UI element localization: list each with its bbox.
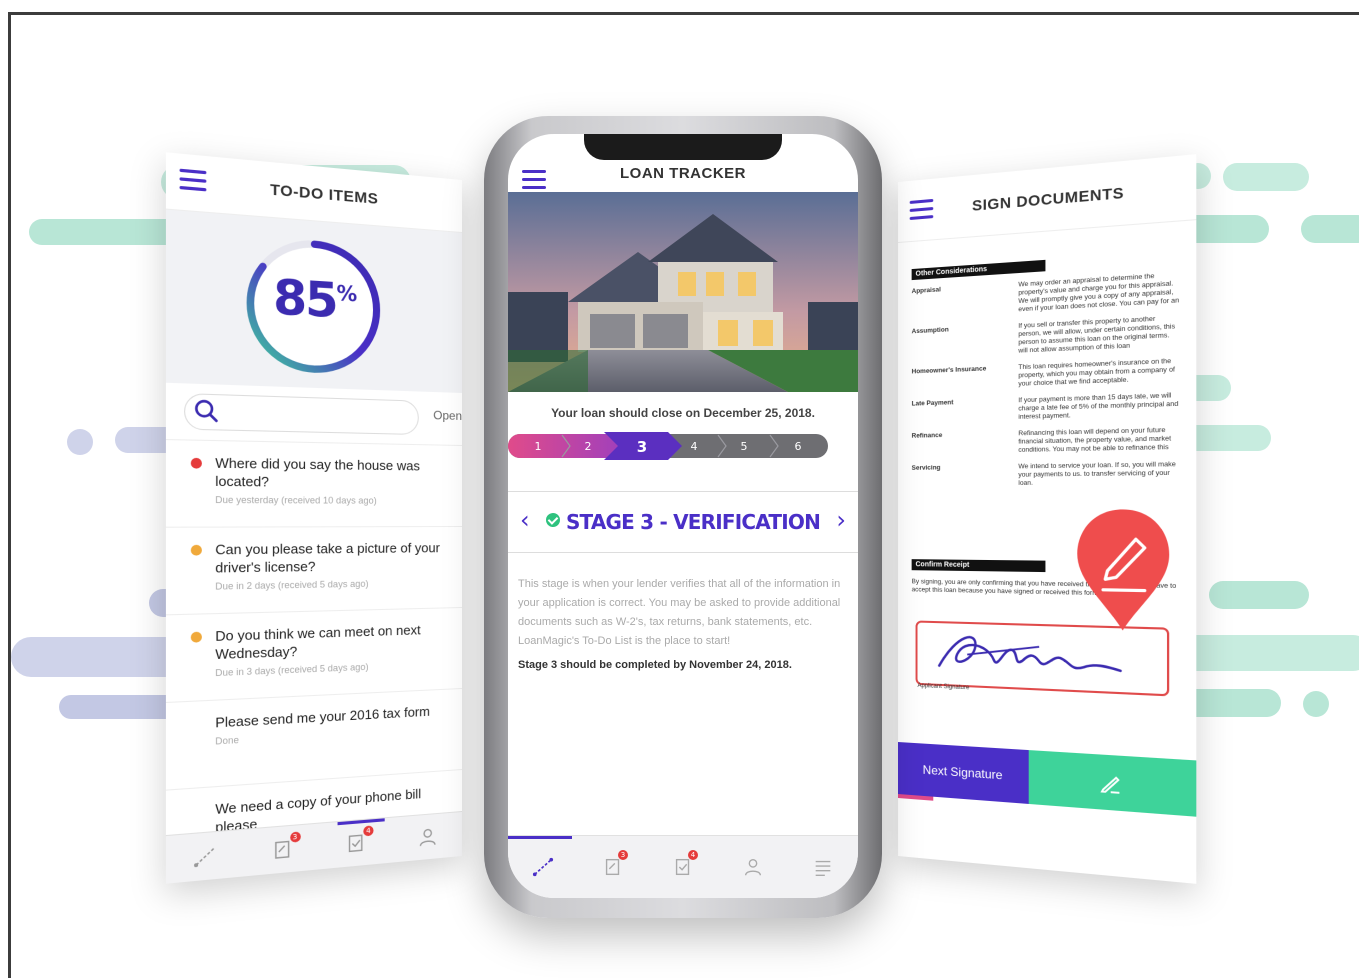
decor-pill [1171,635,1359,671]
signature-actions: Next Signature [898,742,1196,817]
tab-documents[interactable]: 3 [244,824,319,877]
tab-todo[interactable]: 4 [648,836,718,898]
list-icon [812,856,834,878]
step-6[interactable]: 6 [795,440,802,453]
step-4[interactable]: 4 [691,440,698,453]
progress-percentage: 85% [242,267,385,332]
tab-profile[interactable] [392,812,462,863]
phone-frame: LOAN TRACKER Your loan should close on D… [484,116,882,918]
tracker-icon [532,856,554,878]
step-3[interactable]: 3 [637,438,647,456]
doc-row: Refinance Refinancing this loan will depe… [912,426,1181,456]
decor-pill [1223,163,1309,191]
doc-row: Appraisal We may order an appraisal to de… [912,271,1181,320]
sign-title: SIGN DOCUMENTS [898,177,1196,220]
decor-dot [67,429,93,455]
stage-stepper[interactable]: 1 2 3 4 5 6 [508,430,828,462]
menu-icon[interactable] [180,169,207,197]
tracker-icon [193,844,217,870]
stage-description: This stage is when your lender verifies … [508,553,858,651]
section-confirm-receipt: Confirm Receipt [912,559,1046,572]
stage-complete-by: Stage 3 should be completed by November … [508,651,858,679]
signature-image [918,623,1167,695]
todo-list: Where did you say the house was located?… [166,440,462,878]
progress-area: 85% [166,210,462,393]
todo-screen: TO-DO ITEMS 85% Open Where did you say t… [166,152,462,883]
step-5[interactable]: 5 [741,440,748,453]
search-row: Open [166,383,462,446]
status-dot [191,458,202,469]
todo-title: TO-DO ITEMS [166,171,462,214]
doc-row: Assumption If you sell or transfer this p… [912,314,1181,360]
sign-pin-icon[interactable] [1073,507,1174,634]
badge: 4 [363,825,373,836]
doc-row: Servicing We intend to service your loan.… [912,461,1181,489]
status-dot [191,545,202,556]
item-text: Can you please take a picture of your dr… [215,539,452,577]
house-photo [508,192,858,392]
sign-documents-screen: SIGN DOCUMENTS Other Considerations Appr… [898,154,1196,884]
badge: 3 [618,850,628,860]
decor-pill [1209,581,1309,609]
list-item[interactable]: Where did you say the house was located?… [166,440,462,528]
step-2[interactable]: 2 [585,440,592,453]
search-icon [193,398,220,424]
tab-profile[interactable] [718,836,788,898]
profile-icon [417,825,439,849]
pen-icon [1098,769,1124,796]
item-text: Do you think we can meet on next Wednesd… [215,620,452,663]
house-image [508,192,858,392]
tab-tracker[interactable] [508,836,578,898]
doc-row: Homeowner's Insurance This loan requires … [912,357,1181,392]
stage-title: STAGE 3 - VERIFICATION [508,510,858,534]
badge: 3 [290,831,301,842]
item-due: Due yesterday (received 10 days ago) [215,494,452,505]
tab-todo[interactable]: 4 [320,818,392,870]
tab-documents[interactable]: 3 [578,836,648,898]
step-1[interactable]: 1 [535,440,542,453]
list-item[interactable]: Can you please take a picture of your dr… [166,527,462,615]
profile-icon [742,856,764,878]
decor-dot [1303,691,1329,717]
phone-notch [584,134,782,160]
tab-tracker[interactable] [166,830,244,884]
menu-icon[interactable] [522,170,546,194]
tab-open[interactable]: Open [433,408,462,423]
list-item[interactable]: Do you think we can meet on next Wednesd… [166,608,462,703]
item-text: Where did you say the house was located? [215,454,452,492]
loan-close-date: Your loan should close on December 25, 2… [508,406,858,420]
section-other-considerations: Other Considerations [912,260,1046,280]
loan-tracker-screen: LOAN TRACKER Your loan should close on D… [508,134,858,898]
badge: 4 [688,850,698,860]
next-stage-icon[interactable]: › [836,506,846,534]
stage-header: ‹ STAGE 3 - VERIFICATION › [508,491,858,553]
tab-list[interactable] [788,836,858,898]
menu-icon[interactable] [910,199,934,225]
check-icon [546,513,560,527]
item-due: Due in 2 days (received 5 days ago) [215,577,452,592]
decor-pill [1301,215,1359,243]
sign-button[interactable] [1029,750,1197,817]
doc-row: Late Payment If your payment is more than… [912,392,1181,425]
status-dot [191,632,202,643]
bottom-tab-bar: 3 4 [508,835,858,898]
